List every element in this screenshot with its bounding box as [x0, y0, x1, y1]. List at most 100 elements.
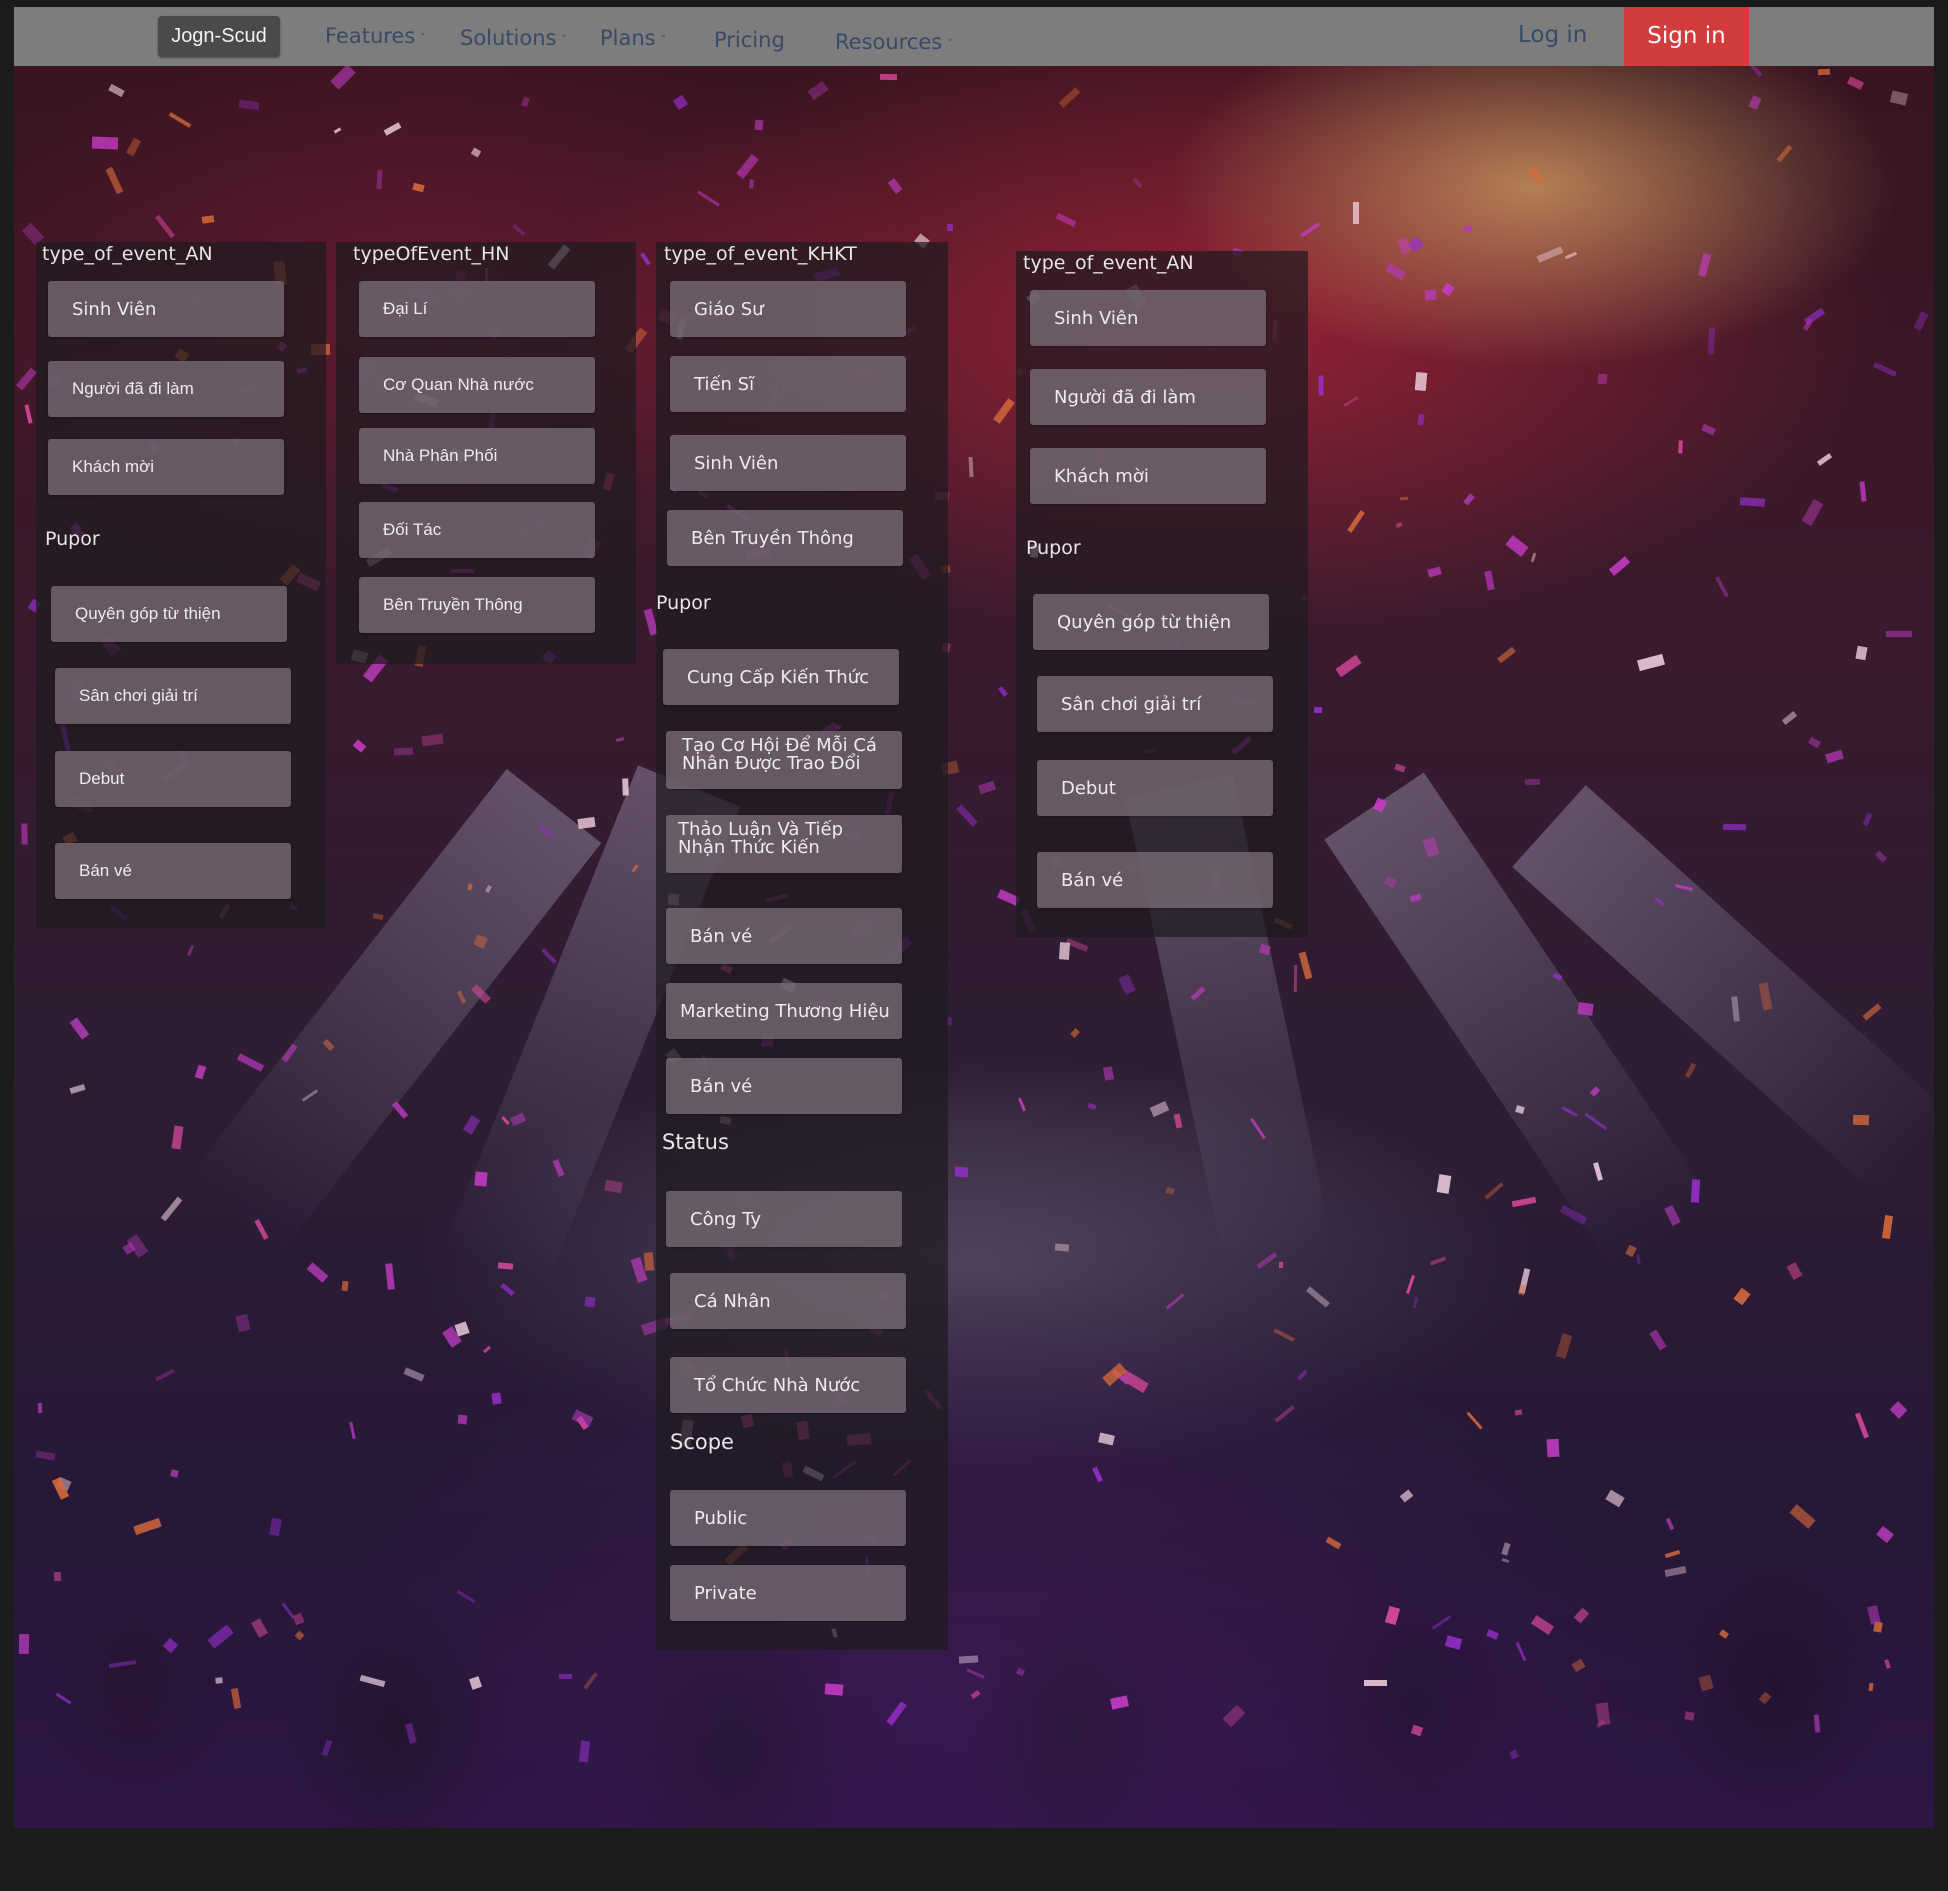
confetti-piece [1608, 556, 1631, 576]
confetti-piece [24, 404, 33, 424]
type-chip-dai-li[interactable]: Đại Lí [359, 281, 595, 337]
nav-resources[interactable]: Resources ˅ [835, 30, 953, 54]
type-chip-nha-phan-phoi[interactable]: Nhà Phân Phối [359, 428, 595, 484]
type-chip-co-quan-nha-nuoc[interactable]: Cơ Quan Nhà nước [359, 357, 595, 413]
type-chip-doi-tac[interactable]: Đối Tác [359, 502, 595, 558]
confetti-piece [125, 137, 142, 157]
type-chip-ben-truyen-thong[interactable]: Bên Truyền Thông [667, 510, 903, 566]
type-chip-sinh-vien[interactable]: Sinh Viên [1030, 290, 1266, 346]
confetti-piece [1102, 1066, 1115, 1081]
pupor-chip-cung-cap-kien-thuc[interactable]: Cung Cấp Kiến Thức [663, 649, 899, 705]
nav-solutions[interactable]: Solutions ˅ [460, 26, 567, 50]
status-chip-cong-ty[interactable]: Công Ty [666, 1191, 902, 1247]
confetti-piece [105, 166, 124, 195]
type-chip-sinh-vien[interactable]: Sinh Viên [48, 281, 284, 337]
confetti-piece [1803, 307, 1826, 326]
confetti-piece [997, 686, 1009, 697]
confetti-piece [1118, 974, 1136, 995]
nav-features-label: Features [325, 24, 416, 48]
pupor-chip-ban-ve[interactable]: Bán vé [666, 908, 902, 964]
confetti-piece [1637, 653, 1665, 672]
confetti-piece [978, 780, 996, 795]
confetti-piece [541, 948, 557, 964]
confetti-piece [958, 1655, 979, 1664]
confetti-piece [1595, 1702, 1611, 1726]
confetti-piece [1298, 951, 1313, 980]
nav-plans[interactable]: Plans ˅ [600, 26, 666, 50]
confetti-piece [1889, 90, 1909, 106]
confetti-piece [1530, 552, 1537, 563]
type-chip-sinh-vien[interactable]: Sinh Viên [670, 435, 906, 491]
pupor-chip-ban-ve[interactable]: Bán vé [1037, 852, 1273, 908]
confetti-piece [474, 1171, 488, 1187]
type-chip-nguoi-da-di-lam[interactable]: Người đã đi làm [1030, 369, 1266, 425]
confetti-piece [1690, 1179, 1701, 1203]
status-chip-to-chuc-nha-nuoc[interactable]: Tổ Chức Nhà Nước [670, 1357, 906, 1413]
pupor-chip-marketing[interactable]: Marketing Thương Hiệu [666, 983, 902, 1039]
login-link[interactable]: Log in [1518, 22, 1587, 48]
confetti-piece [1678, 440, 1683, 454]
chevron-down-icon: ˅ [420, 30, 426, 44]
confetti-piece [1417, 413, 1425, 426]
brand-logo-button[interactable]: Jogn-Scud [158, 16, 280, 57]
chevron-down-icon: ˅ [660, 32, 667, 46]
pupor-chip-tao-co-hoi[interactable]: Tạo Cơ Hội Để Mỗi Cá Nhân Được Trao Đổi [666, 731, 902, 789]
confetti-piece [954, 1166, 969, 1178]
confetti-piece [1055, 212, 1077, 228]
confetti-piece [1070, 1028, 1080, 1038]
confetti-piece [412, 182, 425, 193]
confetti-piece [622, 778, 629, 796]
confetti-piece [1399, 496, 1409, 501]
pupor-label: Pupor [1026, 537, 1081, 559]
type-chip-ben-truyen-thong[interactable]: Bên Truyền Thông [359, 577, 595, 633]
confetti-piece [1427, 566, 1442, 578]
type-chip-giao-su[interactable]: Giáo Sư [670, 281, 906, 337]
crowd-silhouettes [14, 1128, 1934, 1828]
confetti-piece [615, 737, 625, 742]
nav-resources-label: Resources [835, 30, 943, 54]
confetti-piece [968, 456, 974, 478]
confetti-piece [333, 127, 342, 134]
confetti-piece [1715, 576, 1729, 598]
confetti-piece [1149, 1100, 1170, 1118]
scope-chip-private[interactable]: Private [670, 1565, 906, 1621]
nav-features[interactable]: Features ˅ [325, 24, 426, 48]
pupor-chip-san-choi[interactable]: Sân chơi giải trí [55, 668, 291, 724]
type-chip-khach-moi[interactable]: Khách mời [1030, 448, 1266, 504]
confetti-piece [1801, 498, 1824, 527]
pupor-chip-debut[interactable]: Debut [1037, 760, 1273, 816]
confetti-piece [1913, 311, 1929, 331]
confetti-piece [1058, 87, 1081, 108]
pupor-chip-ban-ve[interactable]: Bán vé [55, 843, 291, 899]
confetti-piece [383, 122, 402, 136]
pupor-chip-ban-ve-2[interactable]: Bán vé [666, 1058, 902, 1114]
top-strip [0, 0, 1948, 7]
nav-pricing[interactable]: Pricing [714, 28, 785, 52]
confetti-piece [643, 1252, 655, 1271]
pupor-chip-quyen-gop[interactable]: Quyên góp từ thiện [51, 586, 287, 642]
page: Jogn-Scud Features ˅ Solutions ˅ Plans ˅… [0, 0, 1948, 1891]
confetti-piece [497, 1262, 514, 1270]
pupor-chip-debut[interactable]: Debut [55, 751, 291, 807]
confetti-piece [91, 136, 119, 150]
status-chip-ca-nhan[interactable]: Cá Nhân [670, 1273, 906, 1329]
pupor-label: Pupor [656, 592, 711, 614]
type-chip-tien-si[interactable]: Tiến Sĩ [670, 356, 906, 412]
confetti-piece [201, 215, 215, 224]
confetti-piece [1293, 964, 1298, 993]
confetti-piece [1484, 570, 1495, 591]
chevron-down-icon: ˅ [947, 36, 953, 50]
type-chip-khach-moi[interactable]: Khách mời [48, 439, 284, 495]
signin-button[interactable]: Sign in [1624, 7, 1749, 66]
panel-title: type_of_event_AN [42, 243, 213, 265]
nav-solutions-label: Solutions [460, 26, 557, 50]
pupor-chip-thao-luan[interactable]: Thảo Luận Và Tiếp Nhận Thức Kiến [666, 815, 902, 873]
pupor-chip-quyen-gop[interactable]: Quyên góp từ thiện [1033, 594, 1269, 650]
confetti-piece [421, 733, 444, 747]
confetti-piece [187, 944, 194, 957]
pupor-chip-san-choi[interactable]: Sân chơi giải trí [1037, 676, 1273, 732]
confetti-piece [1807, 736, 1822, 749]
type-chip-nguoi-da-di-lam[interactable]: Người đã đi làm [48, 361, 284, 417]
confetti-piece [491, 1392, 502, 1405]
scope-chip-public[interactable]: Public [670, 1490, 906, 1546]
